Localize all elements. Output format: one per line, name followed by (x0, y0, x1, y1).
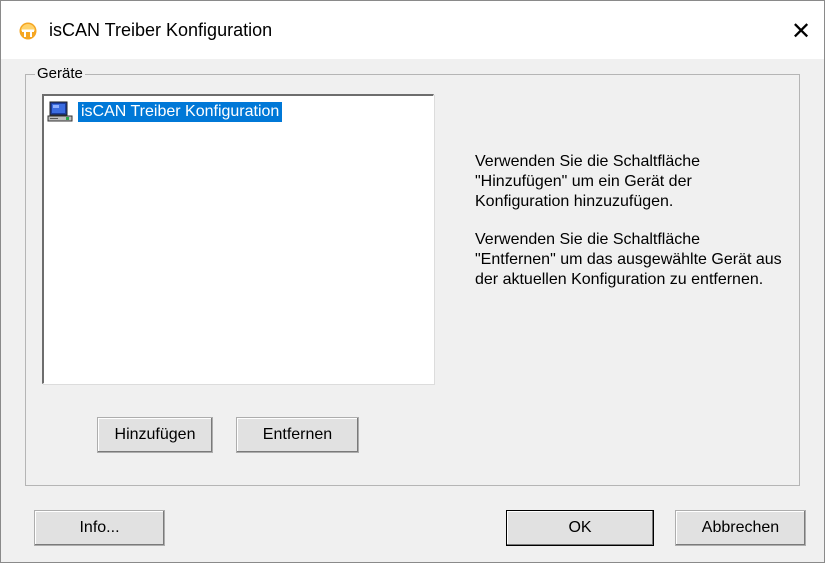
remove-button[interactable]: Entfernen (236, 417, 359, 453)
info-button[interactable]: Info... (34, 510, 165, 546)
help-text-add: Verwenden Sie die Schaltfläche "Hinzufüg… (475, 153, 701, 210)
close-icon: ✕ (790, 17, 812, 45)
ok-button[interactable]: OK (506, 510, 654, 546)
help-text-remove: Verwenden Sie die Schaltfläche "Entferne… (475, 231, 782, 288)
list-item[interactable]: isCAN Treiber Konfiguration (46, 100, 283, 124)
help-text: Verwenden Sie die Schaltfläche "Hinzufüg… (475, 152, 785, 290)
cancel-button[interactable]: Abbrechen (675, 510, 806, 546)
list-item-label: isCAN Treiber Konfiguration (78, 102, 283, 122)
device-list[interactable]: isCAN Treiber Konfiguration (42, 94, 434, 384)
dialog-window: isCAN Treiber Konfiguration ✕ Geräte isC… (0, 0, 825, 563)
add-button[interactable]: Hinzufügen (97, 417, 213, 453)
close-button[interactable]: ✕ (778, 9, 824, 53)
computer-icon (46, 100, 76, 124)
title-bar[interactable]: isCAN Treiber Konfiguration ✕ (1, 1, 824, 59)
iscan-app-icon (19, 22, 37, 40)
window-title: isCAN Treiber Konfiguration (49, 20, 273, 40)
devices-group-label: Geräte (35, 65, 85, 82)
